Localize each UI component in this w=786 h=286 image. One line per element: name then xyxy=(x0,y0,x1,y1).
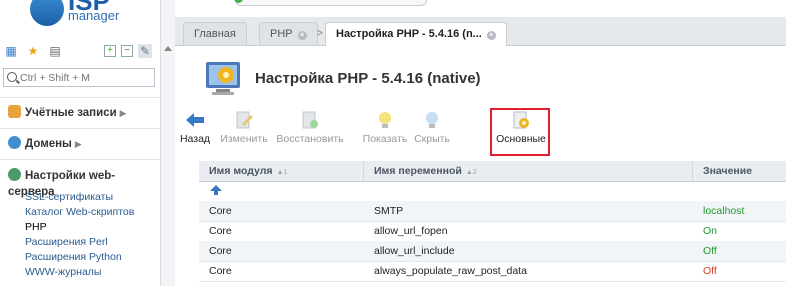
show-label: Показать xyxy=(362,133,408,145)
highlight-box xyxy=(490,108,550,156)
nav-section-label: Учётные записи xyxy=(25,107,117,119)
tab-bar: Главная PHP × > Настройка PHP - 5.4.16 (n… xyxy=(175,17,786,46)
table-header: Имя модуля ▲1 Имя переменной ▲2 Значение xyxy=(199,161,786,182)
nav-section-accounts[interactable]: Учётные записи ▶ xyxy=(8,105,127,121)
close-icon[interactable]: × xyxy=(297,31,307,40)
sidebar: ISP manager ▦ ★ ▤ + − ✎ Учётные записи▶ … xyxy=(0,0,160,286)
table-row[interactable]: Core SMTP localhost xyxy=(199,201,786,222)
tab-home[interactable]: Главная xyxy=(183,22,247,45)
restore-button[interactable]: Восстановить xyxy=(274,110,346,145)
value-cell: Off xyxy=(703,245,717,257)
lightbulb-off-icon xyxy=(426,112,438,128)
close-icon[interactable]: × xyxy=(486,31,496,40)
value-cell: localhost xyxy=(703,205,745,217)
tab-label: Настройка PHP - 5.4.16 (n... xyxy=(336,28,482,40)
value-cell: On xyxy=(703,225,718,237)
module-cell: Core xyxy=(209,205,232,217)
table-row[interactable]: Core allow_url_include Off xyxy=(199,241,786,262)
sidebar-item-php[interactable]: PHP xyxy=(25,220,47,234)
variable-cell: allow_url_include xyxy=(374,245,455,257)
sidebar-item-www-logs[interactable]: WWW-журналы xyxy=(25,265,101,279)
table-row[interactable]: Core always_populate_raw_post_data Off xyxy=(199,261,786,282)
top-bar xyxy=(175,0,786,16)
star-icon[interactable]: ★ xyxy=(26,44,40,58)
tab-php[interactable]: PHP × xyxy=(259,22,318,45)
page-title: Настройка PHP - 5.4.16 (native) xyxy=(255,70,481,87)
sort-indicator: ▲1 xyxy=(276,169,288,176)
status-dot-icon xyxy=(234,0,243,3)
variable-cell: always_populate_raw_post_data xyxy=(374,265,527,277)
tab-label: Главная xyxy=(194,28,236,40)
logo-subtext: manager xyxy=(68,8,120,23)
column-header-label: Имя модуля xyxy=(209,165,273,177)
show-button[interactable]: Показать xyxy=(360,110,410,145)
collapse-arrow-icon[interactable] xyxy=(164,46,172,51)
sidebar-splitter[interactable] xyxy=(160,0,175,286)
divider xyxy=(0,97,160,98)
column-header-label: Значение xyxy=(703,165,753,177)
sidebar-item-ssl[interactable]: SSL-сертификаты xyxy=(25,190,113,204)
main-panel: Главная PHP × > Настройка PHP - 5.4.16 (n… xyxy=(175,0,786,286)
ispmanager-logo[interactable]: ISP manager xyxy=(30,0,130,30)
edit-icon xyxy=(236,111,253,129)
php-settings-icon xyxy=(206,62,240,95)
pin-icon[interactable]: ✎ xyxy=(138,44,152,58)
module-cell: Core xyxy=(209,245,232,257)
restore-label: Восстановить xyxy=(276,133,344,145)
value-cell: Off xyxy=(703,265,717,277)
nav-section-domains[interactable]: Домены ▶ xyxy=(8,136,82,152)
restore-icon xyxy=(302,111,318,129)
chevron-right-icon: ▶ xyxy=(119,108,127,118)
clipboard-icon[interactable]: ▤ xyxy=(48,44,62,58)
sidebar-item-web-scripts[interactable]: Каталог Web-скриптов xyxy=(25,205,134,219)
webserver-icon xyxy=(8,168,21,181)
top-search-field[interactable] xyxy=(234,0,427,6)
variable-cell: allow_url_fopen xyxy=(374,225,448,237)
sidebar-item-perl[interactable]: Расширения Perl xyxy=(25,235,108,249)
column-header-variable[interactable]: Имя переменной ▲2 xyxy=(364,161,692,181)
tree-icon[interactable]: ▦ xyxy=(4,44,18,58)
hide-label: Скрыть xyxy=(414,133,450,145)
arrow-left-icon xyxy=(186,113,204,127)
search-icon xyxy=(7,72,17,82)
sidebar-item-python[interactable]: Расширения Python xyxy=(25,250,122,264)
column-header-value[interactable]: Значение xyxy=(693,161,786,181)
logo-mark xyxy=(30,0,64,26)
lightbulb-on-icon xyxy=(379,112,391,128)
divider xyxy=(0,128,160,129)
tab-label: PHP xyxy=(270,28,293,40)
tab-php-settings[interactable]: Настройка PHP - 5.4.16 (n... × xyxy=(325,22,507,46)
sort-indicator: ▲2 xyxy=(465,169,477,176)
menu-search[interactable] xyxy=(3,68,155,87)
sidebar-toolbar: ▦ ★ ▤ + − ✎ xyxy=(4,44,156,62)
column-header-module[interactable]: Имя модуля ▲1 xyxy=(199,161,363,181)
collapse-all-icon[interactable]: − xyxy=(121,45,133,57)
column-header-label: Имя переменной xyxy=(374,165,462,177)
back-button[interactable]: Назад xyxy=(178,110,212,145)
user-icon xyxy=(8,105,21,118)
nav-section-webserver[interactable]: Настройки web-сервера xyxy=(8,168,160,198)
variable-cell: SMTP xyxy=(374,205,404,217)
module-cell: Core xyxy=(209,225,232,237)
globe-icon xyxy=(8,136,21,149)
expand-all-icon[interactable]: + xyxy=(104,45,116,57)
edit-button[interactable]: Изменить xyxy=(219,110,269,145)
hide-button[interactable]: Скрыть xyxy=(412,110,452,145)
level-up-icon[interactable] xyxy=(209,184,223,196)
edit-label: Изменить xyxy=(220,133,268,145)
search-input[interactable] xyxy=(20,70,150,85)
back-label: Назад xyxy=(179,133,211,145)
chevron-right-icon: ▶ xyxy=(74,139,82,149)
module-cell: Core xyxy=(209,265,232,277)
chevron-right-icon: > xyxy=(317,28,323,39)
nav-section-label: Домены xyxy=(25,138,72,150)
divider xyxy=(0,159,160,160)
table-row[interactable]: Core allow_url_fopen On xyxy=(199,221,786,242)
